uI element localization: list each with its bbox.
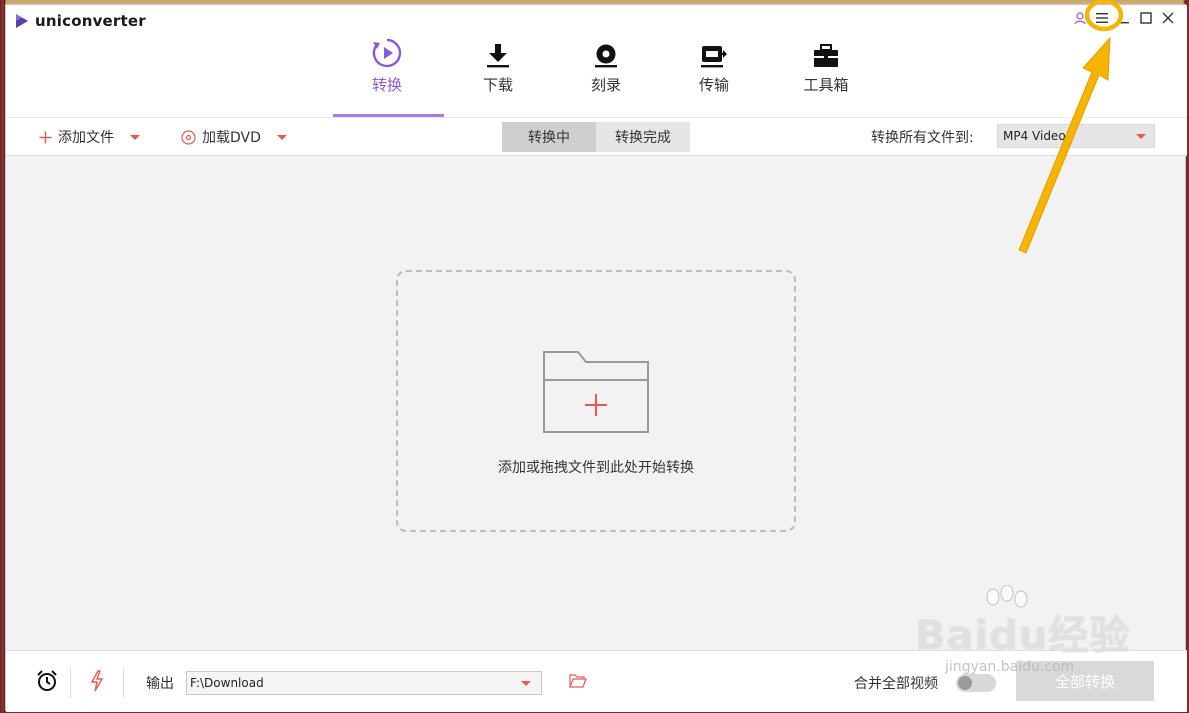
high-speed-button[interactable] — [85, 669, 109, 693]
tab-burn[interactable]: 刻录 — [576, 35, 636, 117]
menu-button[interactable] — [1091, 7, 1113, 29]
file-drop-zone[interactable]: 添加或拖拽文件到此处开始转换 — [396, 270, 796, 532]
tab-toolbox-label: 工具箱 — [803, 76, 849, 94]
minimize-icon — [1119, 22, 1129, 24]
folder-open-icon — [569, 674, 587, 688]
dvd-icon — [181, 129, 196, 145]
close-button[interactable] — [1157, 7, 1179, 29]
toolbar: 添加文件 加载DVD 转换中 转换完成 转换所有文件到: MP4 Video — [6, 117, 1187, 156]
minimize-button[interactable] — [1113, 7, 1135, 29]
merge-all-label: 合并全部视频 — [854, 676, 938, 692]
tab-burn-label: 刻录 — [590, 76, 621, 94]
merge-toggle[interactable] — [956, 674, 996, 692]
close-icon — [1162, 12, 1174, 24]
toolbox-icon — [814, 44, 838, 67]
tab-converting[interactable]: 转换中 — [502, 122, 596, 152]
drop-zone-hint: 添加或拖拽文件到此处开始转换 — [498, 460, 694, 476]
convert-icon — [372, 38, 402, 68]
maximize-icon — [1140, 12, 1152, 24]
main-nav: 转换 下载 刻录 传输 工具箱 — [6, 35, 1187, 117]
tab-finished-label: 转换完成 — [615, 130, 671, 146]
chevron-down-icon[interactable] — [521, 681, 531, 686]
output-format-value: MP4 Video — [1003, 129, 1066, 143]
status-tabs: 转换中 转换完成 — [502, 122, 690, 152]
download-icon — [487, 44, 509, 68]
transfer-icon — [701, 46, 727, 68]
output-path-field[interactable]: F:\Download — [186, 671, 542, 695]
toggle-knob — [958, 676, 972, 690]
chevron-down-icon — [1136, 134, 1146, 139]
hamburger-menu-icon — [1096, 13, 1108, 23]
tab-convert[interactable]: 转换 — [357, 35, 417, 117]
load-dvd-button[interactable]: 加载DVD — [181, 118, 287, 156]
lightning-icon — [90, 670, 104, 692]
burn-disc-icon — [595, 44, 617, 68]
account-button[interactable] — [1069, 7, 1091, 29]
bottom-bar: 输出 F:\Download 合并全部视频 全部转换 — [6, 650, 1187, 712]
add-folder-icon — [543, 351, 649, 433]
alarm-clock-icon — [37, 670, 57, 691]
add-file-dropdown-caret[interactable] — [130, 134, 140, 140]
tab-download[interactable]: 下载 — [468, 35, 528, 117]
tab-toolbox[interactable]: 工具箱 — [796, 35, 856, 117]
tab-transfer-label: 传输 — [698, 76, 729, 94]
brand: uniconverter — [15, 11, 146, 31]
separator — [123, 668, 124, 698]
tab-finished[interactable]: 转换完成 — [596, 122, 690, 152]
maximize-button[interactable] — [1135, 7, 1157, 29]
output-label: 输出 — [146, 676, 174, 692]
output-path-value: F:\Download — [190, 676, 264, 690]
tab-download-label: 下载 — [482, 76, 513, 94]
user-icon — [1074, 11, 1086, 24]
output-format-select[interactable]: MP4 Video — [997, 124, 1155, 148]
tab-transfer[interactable]: 传输 — [684, 35, 744, 117]
app-name: uniconverter — [35, 12, 146, 30]
plus-icon — [39, 131, 52, 143]
add-file-button[interactable]: 添加文件 — [39, 118, 140, 156]
add-file-label: 添加文件 — [58, 130, 114, 146]
convert-all-to-label: 转换所有文件到: — [871, 130, 974, 146]
app-window: uniconverter 转换 下载 刻录 传输 工具箱 添加文件 加载DVD … — [5, 4, 1187, 712]
open-folder-button[interactable] — [566, 669, 590, 693]
convert-all-label: 全部转换 — [1054, 672, 1115, 691]
load-dvd-dropdown-caret[interactable] — [276, 134, 287, 140]
convert-all-button[interactable]: 全部转换 — [1016, 661, 1154, 701]
separator — [70, 668, 71, 698]
load-dvd-label: 加载DVD — [202, 130, 261, 146]
window-controls — [1069, 7, 1179, 29]
schedule-button[interactable] — [35, 669, 59, 693]
app-logo-icon — [16, 14, 28, 28]
tab-converting-label: 转换中 — [528, 130, 570, 146]
tab-convert-label: 转换 — [371, 76, 402, 94]
title-bar: uniconverter 转换 下载 刻录 传输 工具箱 — [6, 5, 1187, 117]
